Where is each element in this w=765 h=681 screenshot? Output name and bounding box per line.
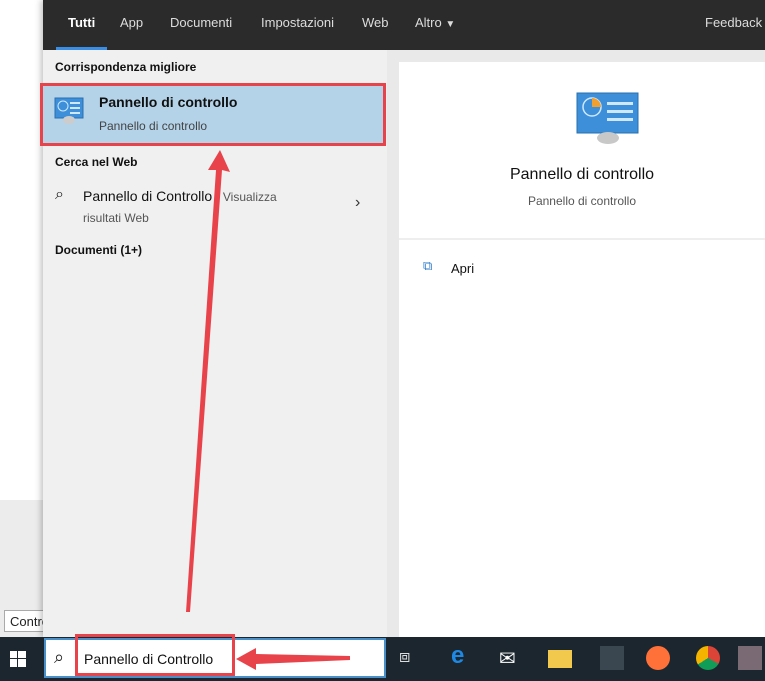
chrome-icon[interactable] (696, 646, 720, 670)
preview-title: Pannello di controllo (509, 166, 655, 183)
preview-subtitle: Pannello di controllo (527, 194, 637, 208)
web-query: Pannello di Controllo (83, 188, 213, 204)
search-icon: ⌕ (55, 186, 64, 203)
preview-pane: Pannello di controllo Pannello di contro… (399, 62, 765, 637)
background-window (0, 0, 43, 500)
search-icon: ⌕ (54, 647, 65, 667)
control-panel-icon (54, 97, 84, 124)
firefox-icon[interactable] (646, 646, 670, 670)
tab-impostazioni[interactable]: Impostazioni (261, 0, 334, 50)
app-icon[interactable] (600, 646, 624, 670)
windows-start-icon[interactable] (10, 651, 26, 667)
mail-icon[interactable]: ✉ (499, 646, 523, 670)
tab-documenti[interactable]: Documenti (170, 0, 232, 50)
chevron-right-icon[interactable]: › (355, 194, 360, 212)
task-view-icon[interactable]: ⧈ (399, 646, 423, 670)
annotation-box (75, 634, 235, 676)
tab-label: Altro (415, 15, 442, 30)
web-header: Cerca nel Web (55, 155, 138, 169)
chevron-down-icon: ▼ (445, 19, 456, 30)
search-panel: Tutti App Documenti Impostazioni Web Alt… (40, 0, 765, 637)
web-search-item[interactable]: ⌕ Pannello di Controllo - Visualizza ris… (43, 178, 387, 228)
documents-header[interactable]: Documenti (1+) (55, 243, 142, 257)
best-match-item[interactable]: Pannello di controllo Pannello di contro… (40, 83, 386, 146)
web-line2: risultati Web (83, 211, 149, 225)
tab-tutti[interactable]: Tutti (56, 0, 108, 50)
open-action[interactable]: ⧉ Apri (423, 258, 623, 278)
tab-web[interactable]: Web (362, 0, 389, 50)
best-match-title: Pannello di controllo (99, 94, 238, 110)
open-icon: ⧉ (423, 258, 433, 273)
tab-altro[interactable]: Altro ▼ (415, 0, 455, 50)
web-suffix: - Visualizza (212, 190, 277, 204)
app2-icon[interactable] (738, 646, 762, 670)
open-label: Apri (451, 261, 475, 276)
search-tabs: Tutti App Documenti Impostazioni Web Alt… (43, 0, 765, 50)
divider (399, 238, 765, 240)
feedback-button[interactable]: Feedback (705, 0, 762, 50)
file-explorer-icon[interactable] (548, 650, 572, 668)
best-match-subtitle: Pannello di controllo (99, 119, 208, 133)
tab-app[interactable]: App (120, 0, 143, 50)
control-panel-icon (576, 92, 639, 144)
best-match-header: Corrispondenza migliore (55, 60, 197, 74)
edge-icon[interactable]: e (451, 642, 475, 669)
results-list: Corrispondenza migliore Pannello di cont… (40, 50, 387, 637)
